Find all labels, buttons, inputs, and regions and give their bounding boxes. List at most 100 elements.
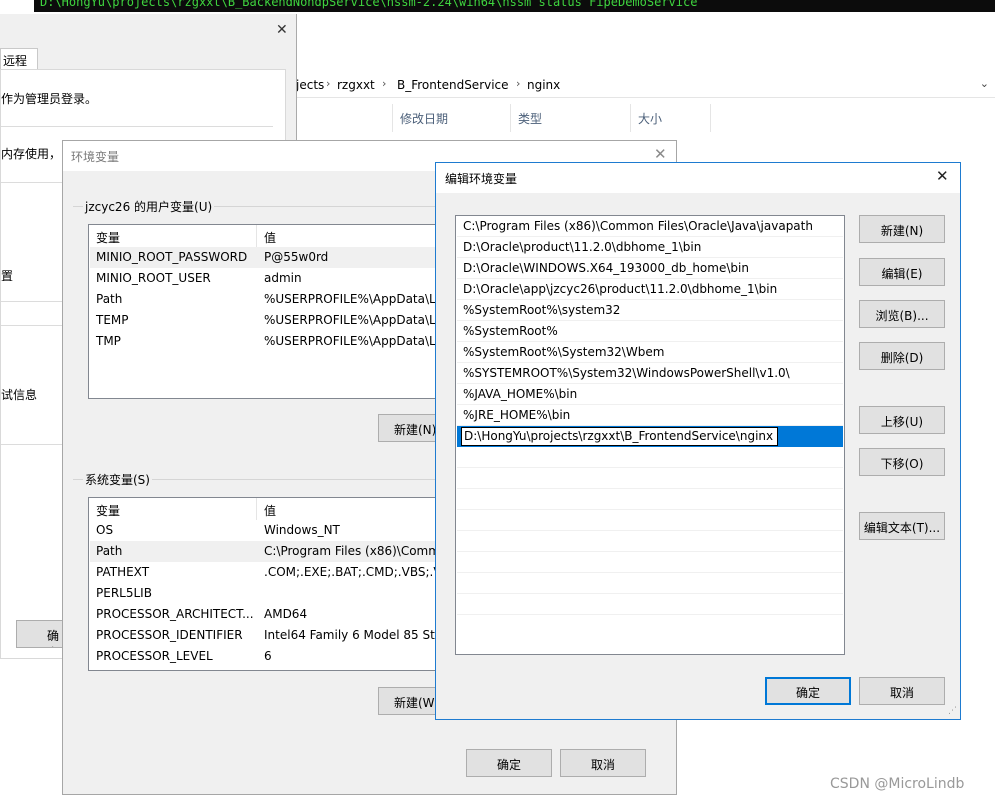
edit-ok-button[interactable]: 确定 [765, 677, 851, 705]
variable-name: PROCESSOR_ARCHITECT... [96, 607, 254, 621]
column-header-variable[interactable]: 变量 [96, 502, 120, 519]
env-ok-button[interactable]: 确定 [466, 749, 552, 777]
watermark: CSDN @MicroLindb [830, 776, 965, 792]
path-entry: D:\Oracle\product\11.2.0\dbhome_1\bin [463, 240, 702, 254]
list-item[interactable]: D:\Oracle\app\jzcyc26\product\11.2.0\dbh… [457, 279, 843, 300]
variable-name: PROCESSOR_LEVEL [96, 649, 213, 663]
column-header-type[interactable]: 类型 [518, 110, 542, 127]
path-entry: %SystemRoot%\system32 [463, 303, 621, 317]
path-entry: %SystemRoot%\System32\Wbem [463, 345, 665, 359]
variable-name: MINIO_ROOT_USER [96, 271, 211, 285]
breadcrumb-separator-icon: › [382, 77, 387, 90]
list-item[interactable] [457, 447, 843, 468]
delete-path-button[interactable]: 删除(D) [859, 342, 945, 370]
column-header-value[interactable]: 值 [264, 229, 276, 246]
list-item[interactable]: D:\Oracle\product\11.2.0\dbhome_1\bin [457, 237, 843, 258]
column-header-value[interactable]: 值 [264, 502, 276, 519]
list-item[interactable] [457, 510, 843, 531]
path-entry: %JAVA_HOME%\bin [463, 387, 578, 401]
variable-value: P@55w0rd [264, 250, 329, 264]
variable-value: C:\Program Files (x86)\Comm [264, 544, 440, 558]
column-divider [510, 104, 511, 132]
explorer-address-bar[interactable]: jects › rzgxxt › B_FrontendService › ngi… [296, 72, 995, 98]
edit-text-button[interactable]: 编辑文本(T)... [859, 512, 945, 540]
list-item[interactable]: %SystemRoot%\system32 [457, 300, 843, 321]
path-entry: %SystemRoot% [463, 324, 558, 338]
variable-name: Path [96, 292, 123, 306]
column-divider [256, 498, 257, 520]
list-item[interactable]: D:\Oracle\WINDOWS.X64_193000_db_home\bin [457, 258, 843, 279]
move-up-button[interactable]: 上移(U) [859, 406, 945, 434]
path-entry: %SYSTEMROOT%\System32\WindowsPowerShell\… [463, 366, 790, 380]
admin-note-text: 作为管理员登录。 [1, 92, 98, 106]
variable-name: TEMP [96, 313, 129, 327]
variable-value: %USERPROFILE%\AppData\Lo [264, 334, 443, 348]
list-item[interactable]: %JAVA_HOME%\bin [457, 384, 843, 405]
close-icon[interactable]: ✕ [654, 145, 667, 163]
path-entry: C:\Program Files (x86)\Common Files\Orac… [463, 219, 813, 233]
variable-name: PERL5LIB [96, 586, 152, 600]
list-item[interactable] [457, 489, 843, 510]
resize-grip-icon[interactable]: ⋰ [948, 706, 957, 716]
edit-dialog-body: C:\Program Files (x86)\Common Files\Orac… [436, 193, 960, 719]
breadcrumb-item[interactable]: jects [296, 78, 324, 92]
divider [1, 126, 273, 127]
breadcrumb-separator-icon: › [516, 77, 521, 90]
dialog-title: 编辑环境变量 [445, 172, 518, 186]
breadcrumb-item[interactable]: B_FrontendService [397, 78, 509, 92]
close-icon[interactable]: ✕ [276, 22, 288, 38]
column-header-variable[interactable]: 变量 [96, 229, 120, 246]
variable-name: PROCESSOR_IDENTIFIER [96, 628, 243, 642]
column-divider [710, 104, 711, 132]
list-item[interactable]: C:\Program Files (x86)\Common Files\Orac… [457, 216, 843, 237]
variable-name: TMP [96, 334, 121, 348]
path-entry: %JRE_HOME%\bin [463, 408, 571, 422]
edit-environment-variable-dialog: 编辑环境变量 ✕ C:\Program Files (x86)\Common F… [435, 162, 961, 720]
column-header-size[interactable]: 大小 [638, 110, 662, 127]
breadcrumb-item[interactable]: rzgxxt [337, 78, 375, 92]
env-cancel-button[interactable]: 取消 [560, 749, 646, 777]
column-divider [630, 104, 631, 132]
variable-name: MINIO_ROOT_PASSWORD [96, 250, 248, 264]
path-entries-list[interactable]: C:\Program Files (x86)\Common Files\Orac… [455, 215, 845, 655]
list-item[interactable] [457, 573, 843, 594]
variable-value: AMD64 [264, 607, 308, 621]
dialog-title: 环境变量 [71, 150, 120, 164]
console-command-text: D:\HongYu\projects\rzgxxt\B_BackendNondp… [40, 0, 698, 9]
column-divider [256, 225, 257, 247]
browse-button[interactable]: 浏览(B)... [859, 300, 945, 328]
new-path-button[interactable]: 新建(N) [859, 215, 945, 243]
variable-value: %USERPROFILE%\AppData\Lo [264, 292, 443, 306]
list-item[interactable] [457, 531, 843, 552]
variable-value: %USERPROFILE%\AppData\Lo [264, 313, 443, 327]
move-down-button[interactable]: 下移(O) [859, 448, 945, 476]
list-item[interactable] [457, 552, 843, 573]
selected-path-row[interactable]: D:\HongYu\projects\rzgxxt\B_FrontendServ… [457, 426, 843, 447]
debug-info-text: 试信息 [1, 388, 38, 402]
breadcrumb-item[interactable]: nginx [527, 78, 560, 92]
settings-text: 置 [1, 269, 14, 283]
console-left-edge [0, 0, 34, 12]
variable-name: PATHEXT [96, 565, 150, 579]
list-item[interactable] [457, 594, 843, 615]
list-item[interactable]: %SystemRoot%\System32\Wbem [457, 342, 843, 363]
variable-value: 6 [264, 649, 272, 663]
variable-name: Path [96, 544, 123, 558]
list-item[interactable]: %SystemRoot% [457, 321, 843, 342]
close-icon[interactable]: ✕ [936, 167, 949, 185]
tab-remote[interactable]: 远程 [0, 48, 38, 70]
path-entry: D:\Oracle\WINDOWS.X64_193000_db_home\bin [463, 261, 749, 275]
list-item[interactable]: %JRE_HOME%\bin [457, 405, 843, 426]
chevron-down-icon[interactable]: ⌄ [980, 77, 989, 90]
column-header-modified[interactable]: 修改日期 [400, 110, 448, 127]
column-divider [392, 104, 393, 132]
variable-value: Intel64 Family 6 Model 85 Ste [264, 628, 443, 642]
list-item[interactable]: %SYSTEMROOT%\System32\WindowsPowerShell\… [457, 363, 843, 384]
edit-path-button[interactable]: 编辑(E) [859, 258, 945, 286]
console-window-strip: D:\HongYu\projects\rzgxxt\B_BackendNondp… [0, 0, 995, 12]
breadcrumb-separator-icon: › [326, 77, 331, 90]
system-variables-group-label: 系统变量(S) [83, 471, 152, 488]
path-edit-input[interactable]: D:\HongYu\projects\rzgxxt\B_FrontendServ… [461, 427, 778, 446]
edit-cancel-button[interactable]: 取消 [859, 677, 945, 705]
list-item[interactable] [457, 468, 843, 489]
